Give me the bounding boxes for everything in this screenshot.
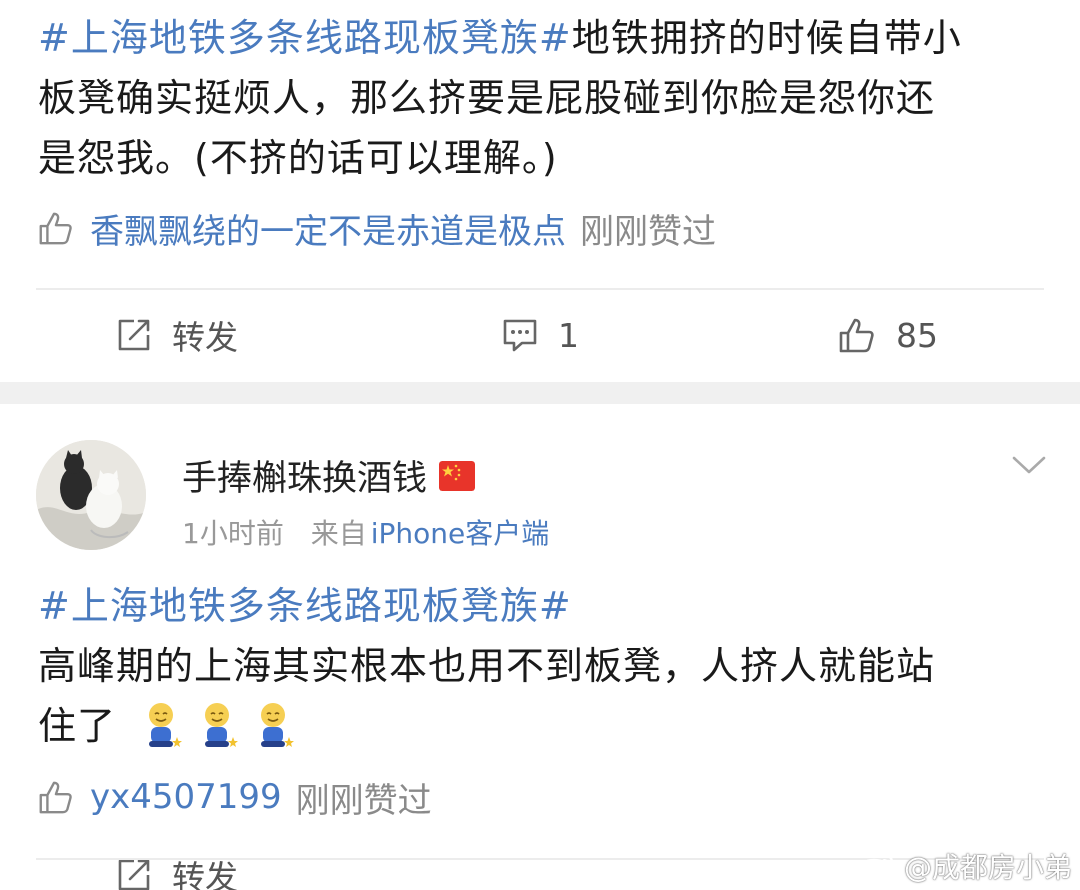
text-segment: 住了: [38, 704, 117, 748]
watermark: @成都房小弟: [856, 846, 1072, 886]
text-line-3: 是怨我。(不挤的话可以理解。): [38, 136, 558, 180]
source-prefix: 来自: [310, 517, 367, 550]
text-line-1: #上海地铁多条线路现板凳族#: [38, 576, 1043, 636]
comment-button[interactable]: 1: [502, 290, 579, 380]
liked-text: 刚刚赞过: [295, 780, 432, 821]
comment-count: 1: [558, 315, 579, 355]
like-icon: [39, 781, 72, 814]
text-line-3: 住了: [38, 696, 1043, 756]
repost-icon: [118, 319, 150, 351]
like-count: 85: [896, 315, 938, 355]
user-header: 手捧槲珠换酒钱: [182, 450, 476, 501]
post-separator: [0, 382, 1080, 404]
avatar-image: [36, 440, 146, 550]
text-line-2: 板凳确实挺烦人，那么挤要是屁股碰到你脸是怨你还: [38, 76, 936, 120]
topic-link[interactable]: #上海地铁多条线路现板凳族#: [38, 16, 572, 60]
liked-by-row: 香飘飘绕的一定不是赤道是极点 刚刚赞过: [36, 204, 716, 253]
liked-text: 刚刚赞过: [580, 211, 716, 252]
username[interactable]: 手捧槲珠换酒钱: [182, 450, 427, 501]
like-icon: [839, 318, 874, 353]
post-text: #上海地铁多条线路现板凳族#地铁拥挤的时候自带小 板凳确实挺烦人，那么挤要是屁股…: [38, 8, 1043, 188]
weibo-logo-icon: [857, 853, 894, 882]
text-line-2: 高峰期的上海其实根本也用不到板凳，人挤人就能站: [38, 644, 936, 688]
post-meta: 1小时前 来自 iPhone客户端: [182, 512, 549, 552]
like-button[interactable]: 85: [836, 290, 938, 380]
text-segment: 地铁拥挤的时候自带小: [571, 16, 962, 60]
liked-by-row: yx4507199 刚刚赞过: [36, 774, 432, 821]
chevron-down-icon[interactable]: [1010, 448, 1048, 482]
like-icon: [39, 212, 72, 245]
repost-icon: [118, 860, 150, 890]
text-line-1: #上海地铁多条线路现板凳族#地铁拥挤的时候自带小: [38, 8, 1043, 68]
post-time: 1小时前: [182, 517, 284, 550]
repost-label: 转发: [172, 318, 238, 357]
repost-button[interactable]: 转发: [116, 290, 238, 380]
post-2-text: #上海地铁多条线路现板凳族# 高峰期的上海其实根本也用不到板凳，人挤人就能站 住…: [38, 576, 1043, 756]
emoji-icon: [261, 703, 295, 747]
action-bar: 转发 1 85: [0, 290, 1080, 380]
post-1: #上海地铁多条线路现板凳族#地铁拥挤的时候自带小 板凳确实挺烦人，那么挤要是屁股…: [0, 0, 1080, 382]
watermark-text: @成都房小弟: [904, 851, 1073, 884]
liker-name[interactable]: yx4507199: [90, 777, 282, 817]
china-flag-icon: [439, 460, 476, 491]
emoji-icon: [205, 703, 239, 747]
source-link[interactable]: iPhone客户端: [371, 517, 550, 550]
topic-link[interactable]: #上海地铁多条线路现板凳族#: [38, 584, 572, 628]
emoji-icon: [149, 703, 183, 747]
repost-button[interactable]: 转发: [116, 860, 238, 890]
comment-icon: [503, 319, 537, 352]
avatar[interactable]: [36, 440, 146, 550]
liker-name[interactable]: 香飘飘绕的一定不是赤道是极点: [90, 204, 566, 253]
repost-label: 转发: [172, 860, 238, 890]
